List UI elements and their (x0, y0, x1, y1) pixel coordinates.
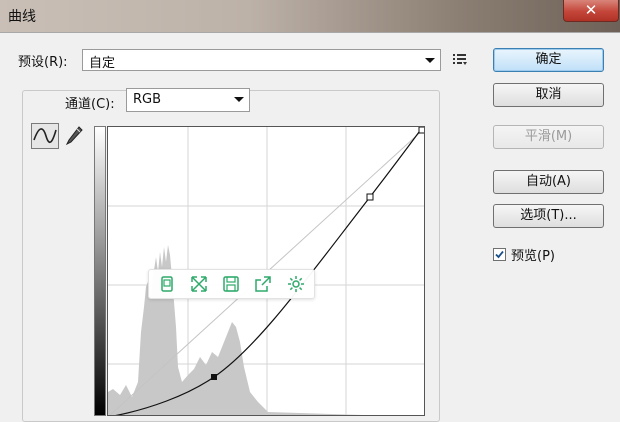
curve-tool-button[interactable] (31, 123, 59, 149)
dialog-body: 预设(R): 自定 通道(C): RGB 确定 取消 平滑(M) 自动(A) 选… (0, 32, 620, 422)
close-icon: ✕ (584, 1, 598, 19)
fullscreen-icon[interactable] (189, 274, 209, 294)
close-button[interactable]: ✕ (563, 0, 619, 22)
chevron-down-icon (425, 58, 435, 63)
pencil-icon[interactable] (64, 125, 84, 147)
channel-value: RGB (133, 92, 162, 107)
cancel-button[interactable]: 取消 (493, 83, 604, 107)
preset-options-icon[interactable] (452, 51, 468, 67)
options-button[interactable]: 选项(T)... (493, 204, 604, 228)
settings-icon[interactable] (286, 274, 306, 294)
title-bar: 曲线 ✕ (0, 0, 620, 32)
channel-label: 通道(C): (62, 93, 118, 112)
preview-label: 预览(P) (511, 249, 555, 264)
auto-button[interactable]: 自动(A) (493, 170, 604, 194)
input-gradient-bar (94, 126, 106, 416)
curve-point (211, 374, 217, 380)
preset-value: 自定 (89, 56, 116, 71)
ok-button[interactable]: 确定 (493, 48, 604, 72)
share-icon[interactable] (253, 274, 273, 294)
floating-toolbar (148, 269, 315, 299)
curve-point (418, 127, 424, 134)
curve-point (366, 193, 374, 201)
curve-icon (33, 128, 57, 143)
smooth-button[interactable]: 平滑(M) (493, 125, 604, 149)
preset-dropdown[interactable]: 自定 (82, 49, 441, 71)
chevron-down-icon (234, 97, 244, 102)
preset-label: 预设(R): (18, 55, 68, 70)
channel-dropdown[interactable]: RGB (126, 88, 250, 112)
preview-checkbox[interactable] (493, 248, 506, 261)
window-title: 曲线 (8, 9, 36, 25)
save-icon[interactable] (221, 274, 241, 294)
copy-icon[interactable] (157, 274, 177, 294)
checkmark-icon (495, 250, 504, 259)
